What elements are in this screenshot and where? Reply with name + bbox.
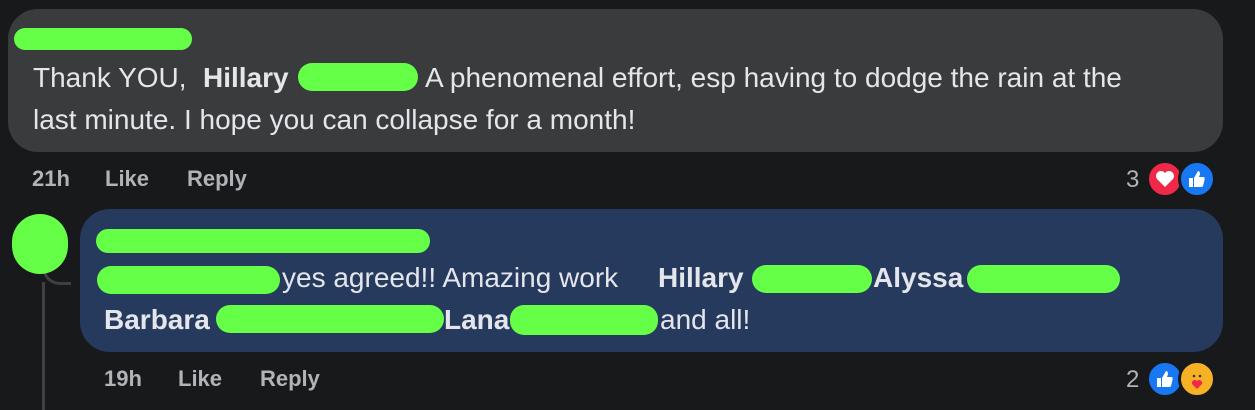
redacted-mention: [967, 265, 1120, 293]
redacted-mention: [298, 63, 418, 91]
comment-text-start: Thank YOU,: [33, 62, 187, 93]
comment-text-cont: A phenomenal effort, esp having to dodge…: [425, 62, 1122, 93]
redacted-mention: [752, 265, 872, 293]
mention-link[interactable]: Lana: [444, 299, 509, 341]
redacted-mention: [216, 305, 444, 333]
redacted-author-name: [96, 229, 430, 253]
reply-button[interactable]: Reply: [187, 166, 247, 192]
like-button[interactable]: Like: [105, 166, 149, 192]
care-icon[interactable]: [1178, 360, 1216, 398]
reaction-count[interactable]: 3: [1126, 166, 1139, 194]
reply-text-end: and all!: [660, 304, 751, 335]
redacted-author-name: [14, 28, 192, 50]
reply-text-start: yes agreed!! Amazing work: [282, 262, 619, 293]
mention-link[interactable]: Alyssa: [873, 257, 963, 299]
comment-text-line2: last minute. I hope you can collapse for…: [33, 104, 636, 135]
mention-link[interactable]: Hillary: [203, 57, 289, 99]
reply-button[interactable]: Reply: [260, 366, 320, 392]
reaction-count[interactable]: 2: [1126, 366, 1139, 394]
redacted-avatar[interactable]: [12, 214, 68, 274]
mention-link[interactable]: Hillary: [658, 257, 744, 299]
like-icon[interactable]: [1178, 160, 1216, 198]
thread-line: [42, 282, 45, 410]
redacted-mention: [510, 305, 658, 335]
comment-timestamp[interactable]: 21h: [32, 166, 70, 192]
redacted-mention: [97, 266, 280, 294]
mention-link[interactable]: Barbara: [104, 299, 210, 341]
comment-timestamp[interactable]: 19h: [104, 366, 142, 392]
like-button[interactable]: Like: [178, 366, 222, 392]
